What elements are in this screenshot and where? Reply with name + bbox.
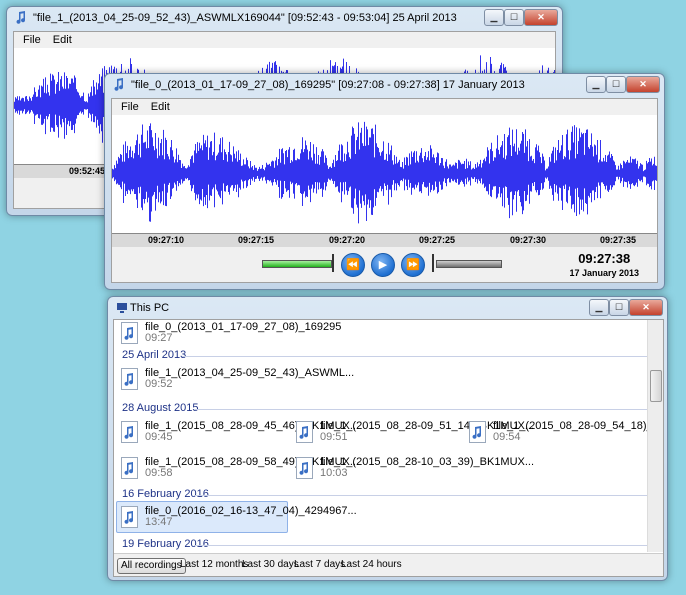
- music-note-icon: [114, 78, 124, 91]
- recording-time: 09:52: [145, 378, 173, 390]
- waveform-view[interactable]: [112, 115, 657, 233]
- playhead-marker[interactable]: [332, 254, 334, 272]
- group-divider: [194, 545, 649, 546]
- time-tick: 09:52:45: [69, 166, 106, 176]
- group-label: 19 February 2016: [122, 538, 209, 550]
- window-client: File Edit 09:27:10 09:27:15 09:27:20 09:…: [111, 98, 658, 283]
- group-header: 25 April 2013: [122, 349, 649, 361]
- close-button[interactable]: ✕: [524, 9, 558, 26]
- filter-all-recordings[interactable]: All recordings: [117, 558, 186, 574]
- music-note-icon: [16, 11, 26, 24]
- audio-file-icon: [469, 421, 486, 443]
- scrollbar-thumb[interactable]: [650, 370, 662, 402]
- time-tick: 09:27:25: [419, 235, 456, 245]
- audio-file-icon: [121, 506, 138, 528]
- maximize-button[interactable]: ☐: [504, 9, 524, 26]
- time-tick: 09:27:10: [148, 235, 185, 245]
- fast-forward-button[interactable]: ⏩: [401, 253, 425, 277]
- time-tick: 09:27:35: [600, 235, 637, 245]
- vertical-scrollbar[interactable]: [647, 320, 663, 552]
- time-display: 09:27:38 17 January 2013: [569, 251, 639, 278]
- clock-time: 09:27:38: [578, 251, 631, 266]
- maximize-button[interactable]: ☐: [609, 299, 629, 316]
- filter-bar: All recordings Last 12 months Last 30 da…: [114, 553, 663, 576]
- recording-item[interactable]: file_1_(2015_08_28-09_45_46)_BK1MUX... 0…: [117, 417, 359, 447]
- window-title: "file_1_(2013_04_25-09_52_43)_ASWMLX1690…: [33, 12, 457, 24]
- audio-file-icon: [121, 322, 138, 344]
- play-icon: ▶: [378, 259, 388, 271]
- audio-player-window[interactable]: "file_0_(2013_01_17-09_27_08)_169295" [0…: [104, 73, 665, 290]
- title-bar[interactable]: "file_1_(2013_04_25-09_52_43)_ASWMLX1690…: [7, 7, 562, 29]
- timeline-ruler[interactable]: 09:27:10 09:27:15 09:27:20 09:27:25 09:2…: [112, 233, 657, 247]
- group-divider: [194, 409, 649, 410]
- menu-file[interactable]: File: [23, 34, 41, 46]
- recording-time: 13:47: [145, 516, 173, 528]
- group-label: 16 February 2016: [122, 488, 209, 500]
- recordings-browser-window[interactable]: This PC ▁ ☐ ✕ file_0_(2013_01_17-09_27_0…: [107, 296, 668, 581]
- waveform-trace: [112, 121, 657, 224]
- close-button[interactable]: ✕: [626, 76, 660, 93]
- group-header: 28 August 2015: [122, 402, 649, 414]
- recording-item[interactable]: file_1_(2013_04_25-09_52_43)_ASWML... 09…: [117, 364, 354, 394]
- close-button[interactable]: ✕: [629, 299, 663, 316]
- play-button[interactable]: ▶: [371, 253, 395, 277]
- recording-name: file_0_(2016_02_16-13_47_04)_4294967...: [145, 505, 357, 517]
- minimize-button[interactable]: ▁: [589, 299, 609, 316]
- recording-name: file_1_(2015_08_28-10_03_39)_BK1MUX...: [320, 456, 535, 468]
- menu-bar: File Edit: [14, 32, 555, 48]
- time-tick: 09:27:30: [510, 235, 547, 245]
- recording-time: 09:45: [145, 431, 173, 443]
- rewind-button[interactable]: ⏪: [341, 253, 365, 277]
- rewind-icon: ⏪: [346, 259, 360, 271]
- fast-forward-icon: ⏩: [406, 259, 420, 271]
- recording-item-selected[interactable]: file_0_(2016_02_16-13_47_04)_4294967... …: [116, 501, 357, 533]
- audio-file-icon: [296, 457, 313, 479]
- recording-time: 09:54: [493, 431, 521, 443]
- recording-name: file_0_(2013_01_17-09_27_08)_169295: [145, 321, 342, 333]
- recording-item[interactable]: file_1_(2015_08_28-09_58_49)_BK1MUX... 0…: [117, 453, 359, 483]
- recording-item[interactable]: file_0_(2013_01_17-09_27_08)_169295 09:2…: [117, 320, 341, 348]
- playback-progress-remaining[interactable]: [436, 260, 502, 268]
- time-tick: 09:27:20: [329, 235, 366, 245]
- waveform: [112, 121, 657, 224]
- minimize-button[interactable]: ▁: [484, 9, 504, 26]
- title-bar[interactable]: "file_0_(2013_01_17-09_27_08)_169295" [0…: [105, 74, 664, 96]
- group-label: 28 August 2015: [122, 402, 199, 414]
- filter-last-24-hours[interactable]: Last 24 hours: [338, 558, 405, 572]
- recordings-list: file_0_(2013_01_17-09_27_08)_169295 09:2…: [113, 319, 664, 577]
- recording-time: 09:58: [145, 467, 173, 479]
- time-tick: 09:27:15: [238, 235, 275, 245]
- audio-file-icon: [121, 457, 138, 479]
- menu-bar: File Edit: [112, 99, 657, 115]
- group-divider: [182, 356, 649, 357]
- window-title: "file_0_(2013_01_17-09_27_08)_169295" [0…: [131, 79, 525, 91]
- group-divider: [194, 495, 649, 496]
- menu-edit[interactable]: Edit: [151, 101, 170, 113]
- group-label: 25 April 2013: [122, 349, 187, 361]
- minimize-button[interactable]: ▁: [586, 76, 606, 93]
- recording-name: file_1_(2013_04_25-09_52_43)_ASWML...: [145, 367, 355, 379]
- recording-time: 09:27: [145, 332, 173, 344]
- window-title: This PC: [130, 302, 170, 314]
- clock-date: 17 January 2013: [569, 268, 639, 278]
- menu-edit[interactable]: Edit: [53, 34, 72, 46]
- playback-progress-played[interactable]: [262, 260, 332, 268]
- recording-time: 10:03: [320, 467, 348, 479]
- title-bar[interactable]: This PC ▁ ☐ ✕: [108, 297, 667, 319]
- recording-item[interactable]: file_1_(2015_08_28-10_03_39)_BK1MUX... 1…: [292, 453, 534, 483]
- group-header: 16 February 2016: [122, 488, 649, 500]
- recording-item[interactable]: file_1_(2015_08_28-09_54_18)_BK1MUX... 0…: [465, 417, 663, 447]
- recording-item[interactable]: file_1_(2015_08_28-09_51_14)_BK1MUX... 0…: [292, 417, 534, 447]
- audio-file-icon: [121, 368, 138, 390]
- group-header: 19 February 2016: [122, 538, 649, 550]
- recording-time: 09:51: [320, 431, 348, 443]
- maximize-button[interactable]: ☐: [606, 76, 626, 93]
- control-bar: ⏪ ▶ ⏩ 09:27:38 17 January 2013: [112, 247, 657, 282]
- audio-file-icon: [296, 421, 313, 443]
- end-marker: [432, 254, 434, 272]
- computer-icon: [117, 303, 127, 313]
- audio-file-icon: [121, 421, 138, 443]
- menu-file[interactable]: File: [121, 101, 139, 113]
